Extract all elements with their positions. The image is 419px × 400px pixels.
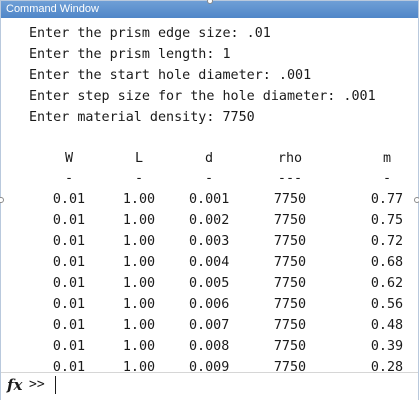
- cell-d: 0.007: [189, 318, 230, 333]
- column-header-m: m: [382, 151, 392, 166]
- cell-w: 0.01: [52, 255, 86, 270]
- cell-d: 0.009: [189, 360, 230, 372]
- output-line: Enter material density: 7750: [29, 110, 255, 125]
- cell-w: 0.01: [52, 318, 86, 333]
- prompt-symbol: >>: [29, 377, 45, 392]
- column-header-d: d: [204, 151, 214, 166]
- output-line: Enter the prism length: 1: [29, 47, 231, 62]
- column-header-w: W: [64, 151, 74, 166]
- cell-m: 0.68: [370, 255, 404, 270]
- cell-m: 0.48: [370, 318, 404, 333]
- cell-w: 0.01: [52, 360, 86, 372]
- cell-l: 1.00: [122, 234, 156, 249]
- cell-w: 0.01: [52, 339, 86, 354]
- cell-l: 1.00: [122, 297, 156, 312]
- cell-w: 0.01: [52, 234, 86, 249]
- cell-l: 1.00: [122, 255, 156, 270]
- column-underline: ---: [277, 171, 303, 186]
- cell-w: 0.01: [52, 276, 86, 291]
- cell-m: 0.28: [370, 360, 404, 372]
- cell-l: 1.00: [122, 192, 156, 207]
- cell-rho: 7750: [273, 339, 307, 354]
- column-header-l: L: [134, 151, 144, 166]
- command-window: Command Window Enter the prism edge size…: [0, 0, 419, 400]
- cell-l: 1.00: [122, 213, 156, 228]
- cell-rho: 7750: [273, 276, 307, 291]
- cell-l: 1.00: [122, 276, 156, 291]
- column-underline: -: [134, 171, 144, 186]
- output-line: Enter the start hole diameter: .001: [29, 68, 312, 83]
- cell-rho: 7750: [273, 360, 307, 372]
- cell-rho: 7750: [273, 255, 307, 270]
- cell-d: 0.006: [189, 297, 230, 312]
- cell-m: 0.75: [370, 213, 404, 228]
- cell-rho: 7750: [273, 318, 307, 333]
- cell-l: 1.00: [122, 360, 156, 372]
- column-underline: -: [204, 171, 214, 186]
- cell-l: 1.00: [122, 318, 156, 333]
- cell-m: 0.72: [370, 234, 404, 249]
- cell-rho: 7750: [273, 192, 307, 207]
- column-underline: -: [64, 171, 74, 186]
- cell-w: 0.01: [52, 297, 86, 312]
- cell-d: 0.004: [189, 255, 230, 270]
- cell-m: 0.39: [370, 339, 404, 354]
- cell-rho: 7750: [273, 297, 307, 312]
- cell-d: 0.002: [189, 213, 230, 228]
- output-line: Enter the prism edge size: .01: [29, 26, 271, 41]
- cell-w: 0.01: [52, 213, 86, 228]
- command-line[interactable]: fx >>: [1, 372, 418, 400]
- cell-l: 1.00: [122, 339, 156, 354]
- command-output[interactable]: Enter the prism edge size: .01 Enter the…: [1, 18, 418, 372]
- column-underline: -: [382, 171, 392, 186]
- cell-rho: 7750: [273, 213, 307, 228]
- cell-w: 0.01: [52, 192, 86, 207]
- cell-d: 0.008: [189, 339, 230, 354]
- cell-m: 0.62: [370, 276, 404, 291]
- cell-d: 0.005: [189, 276, 230, 291]
- output-line: Enter step size for the hole diameter: .…: [29, 89, 376, 104]
- text-cursor: [55, 376, 56, 394]
- function-browser-button[interactable]: fx: [7, 376, 22, 394]
- cell-d: 0.001: [189, 192, 230, 207]
- cell-d: 0.003: [189, 234, 230, 249]
- cell-m: 0.56: [370, 297, 404, 312]
- cell-m: 0.77: [370, 192, 404, 207]
- cell-rho: 7750: [273, 234, 307, 249]
- column-header-rho: rho: [277, 151, 303, 166]
